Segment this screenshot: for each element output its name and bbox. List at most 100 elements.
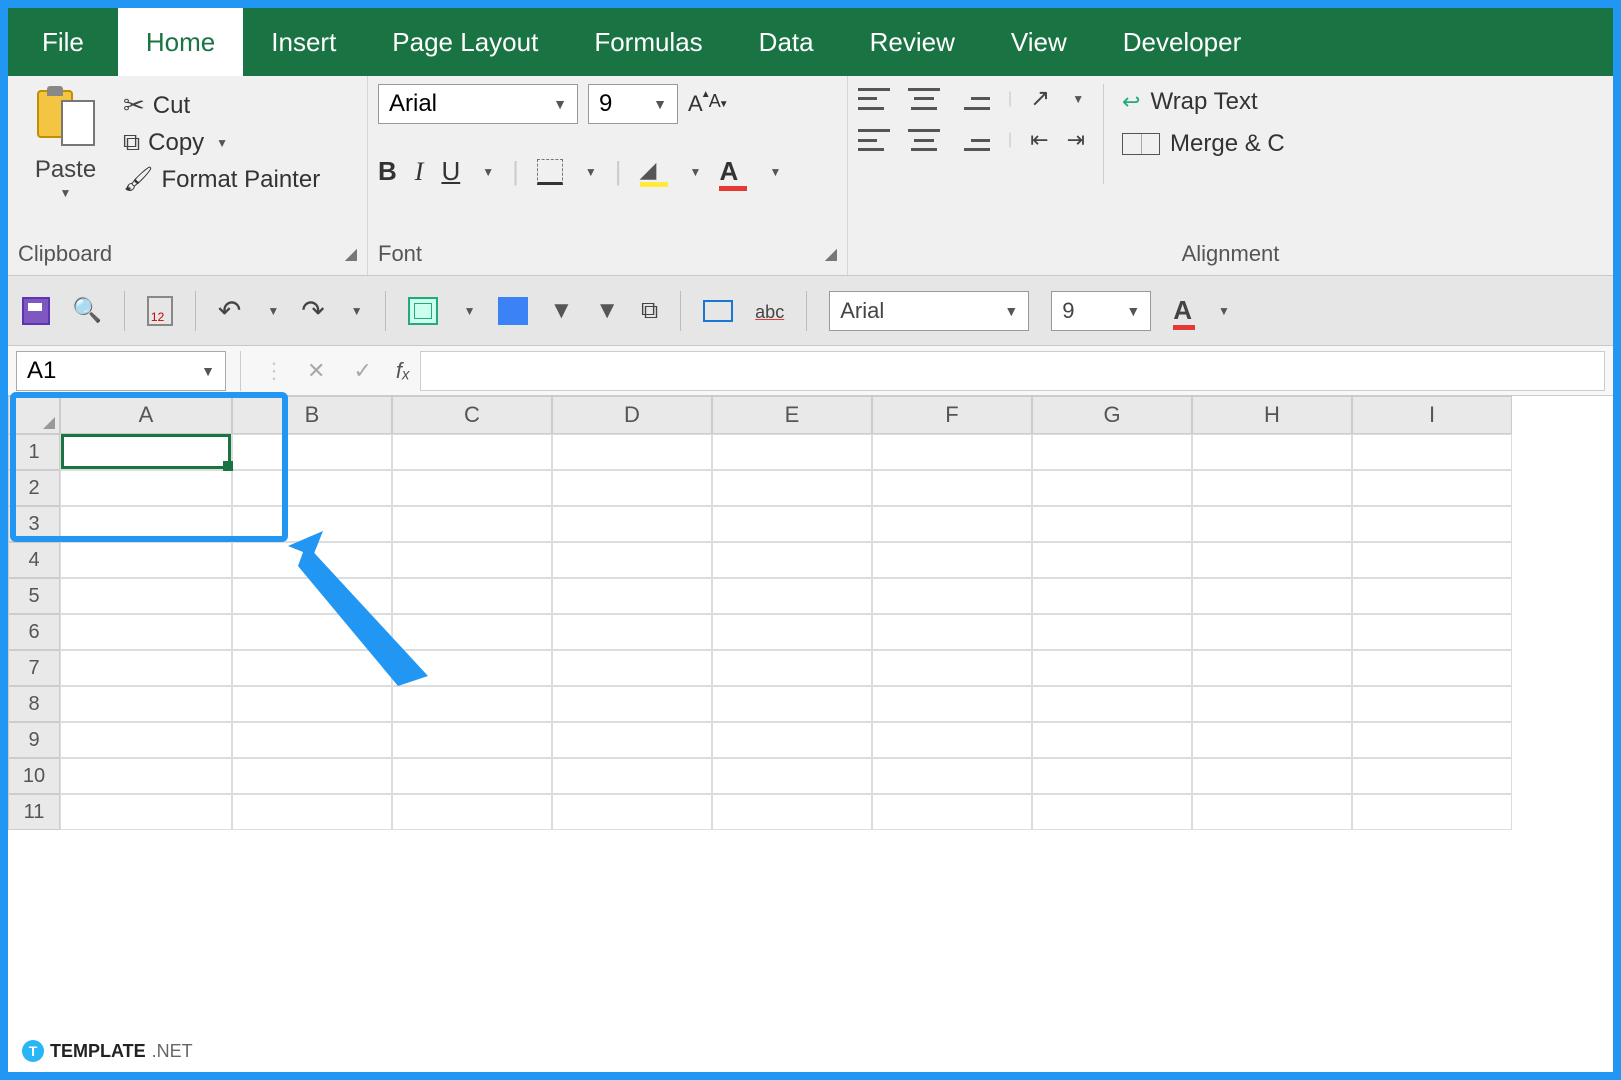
cell[interactable] bbox=[1192, 506, 1352, 542]
cell[interactable] bbox=[872, 794, 1032, 830]
confirm-edit-button[interactable]: ✓ bbox=[339, 358, 385, 384]
cell[interactable] bbox=[552, 614, 712, 650]
cell[interactable] bbox=[1192, 794, 1352, 830]
align-top-button[interactable] bbox=[858, 88, 890, 110]
tab-formulas[interactable]: Formulas bbox=[566, 8, 730, 76]
cell[interactable] bbox=[392, 470, 552, 506]
cell[interactable] bbox=[1032, 542, 1192, 578]
align-center-button[interactable] bbox=[908, 129, 940, 151]
cell[interactable] bbox=[1192, 578, 1352, 614]
tab-data[interactable]: Data bbox=[731, 8, 842, 76]
underline-button[interactable]: U bbox=[441, 156, 460, 187]
fill-color-button[interactable] bbox=[640, 159, 668, 185]
row-header[interactable]: 10 bbox=[8, 758, 60, 794]
copy-dropdown-icon[interactable]: ▼ bbox=[212, 136, 228, 150]
cell[interactable] bbox=[712, 614, 872, 650]
tab-review[interactable]: Review bbox=[842, 8, 983, 76]
cell[interactable] bbox=[872, 434, 1032, 470]
column-header-I[interactable]: I bbox=[1352, 396, 1512, 434]
qat-font-color-button[interactable]: A bbox=[1173, 295, 1192, 326]
cell[interactable] bbox=[1032, 434, 1192, 470]
cell[interactable] bbox=[552, 686, 712, 722]
cell[interactable] bbox=[872, 506, 1032, 542]
save-button[interactable] bbox=[22, 297, 50, 325]
cell[interactable] bbox=[712, 686, 872, 722]
grid-button[interactable] bbox=[498, 297, 528, 325]
cell[interactable] bbox=[392, 794, 552, 830]
column-header-D[interactable]: D bbox=[552, 396, 712, 434]
calendar-button[interactable] bbox=[147, 296, 173, 326]
cell[interactable] bbox=[1192, 434, 1352, 470]
cell[interactable] bbox=[1032, 758, 1192, 794]
cancel-edit-button[interactable]: ✕ bbox=[293, 358, 339, 384]
freeze-panes-button[interactable] bbox=[703, 300, 733, 322]
cell[interactable] bbox=[1192, 650, 1352, 686]
format-painter-button[interactable]: Format Painter bbox=[123, 165, 320, 194]
cell[interactable] bbox=[712, 650, 872, 686]
tab-developer[interactable]: Developer bbox=[1095, 8, 1270, 76]
cell[interactable] bbox=[552, 758, 712, 794]
clear-filter-button[interactable] bbox=[595, 297, 619, 325]
cell[interactable] bbox=[872, 758, 1032, 794]
cell[interactable] bbox=[712, 794, 872, 830]
cell[interactable] bbox=[1352, 470, 1512, 506]
align-left-button[interactable] bbox=[858, 129, 890, 151]
copy-button[interactable]: Copy ▼ bbox=[123, 129, 320, 157]
cell[interactable] bbox=[1352, 794, 1512, 830]
cell[interactable] bbox=[392, 758, 552, 794]
cell[interactable] bbox=[712, 506, 872, 542]
cell[interactable] bbox=[1192, 758, 1352, 794]
cell[interactable] bbox=[1192, 722, 1352, 758]
borders-button[interactable] bbox=[537, 159, 563, 185]
row-header[interactable]: 6 bbox=[8, 614, 60, 650]
cell[interactable] bbox=[232, 758, 392, 794]
name-box[interactable]: A1 ▼ bbox=[16, 351, 226, 391]
align-right-button[interactable] bbox=[958, 129, 990, 151]
cell[interactable] bbox=[712, 470, 872, 506]
underline-dropdown-icon[interactable]: ▼ bbox=[478, 165, 494, 179]
orientation-dropdown-icon[interactable]: ▼ bbox=[1068, 92, 1084, 106]
decrease-indent-button[interactable] bbox=[1030, 127, 1048, 153]
cell[interactable] bbox=[60, 794, 232, 830]
filter-button[interactable] bbox=[550, 297, 574, 325]
select-table-button[interactable] bbox=[408, 297, 438, 325]
cell[interactable] bbox=[60, 722, 232, 758]
redo-button[interactable] bbox=[301, 294, 324, 327]
clipboard-launcher-icon[interactable]: ◢ bbox=[345, 244, 357, 264]
cell[interactable] bbox=[1192, 542, 1352, 578]
cell[interactable] bbox=[872, 722, 1032, 758]
tab-insert[interactable]: Insert bbox=[243, 8, 364, 76]
cell[interactable] bbox=[552, 470, 712, 506]
cell[interactable] bbox=[1032, 722, 1192, 758]
bold-button[interactable]: B bbox=[378, 156, 397, 187]
print-preview-button[interactable] bbox=[72, 296, 102, 325]
cell[interactable] bbox=[60, 686, 232, 722]
cell[interactable] bbox=[1352, 650, 1512, 686]
cell[interactable] bbox=[1192, 686, 1352, 722]
align-middle-button[interactable] bbox=[908, 88, 940, 110]
cell[interactable] bbox=[232, 794, 392, 830]
orientation-button[interactable] bbox=[1030, 84, 1050, 113]
cell[interactable] bbox=[712, 578, 872, 614]
qat-font-select[interactable]: Arial ▼ bbox=[829, 291, 1029, 331]
cell[interactable] bbox=[552, 578, 712, 614]
cell[interactable] bbox=[232, 722, 392, 758]
font-launcher-icon[interactable]: ◢ bbox=[825, 244, 837, 264]
qat-font-color-dropdown-icon[interactable]: ▼ bbox=[1214, 304, 1230, 318]
cell[interactable] bbox=[1352, 686, 1512, 722]
cell[interactable] bbox=[552, 434, 712, 470]
cell[interactable] bbox=[1032, 686, 1192, 722]
qat-size-select[interactable]: 9 ▼ bbox=[1051, 291, 1151, 331]
formula-input[interactable] bbox=[420, 351, 1605, 391]
cell[interactable] bbox=[1032, 794, 1192, 830]
cell[interactable] bbox=[712, 542, 872, 578]
cell[interactable] bbox=[1192, 614, 1352, 650]
cell[interactable] bbox=[60, 650, 232, 686]
cell[interactable] bbox=[872, 650, 1032, 686]
cell[interactable] bbox=[1032, 470, 1192, 506]
cell[interactable] bbox=[60, 578, 232, 614]
select-table-dropdown-icon[interactable]: ▼ bbox=[460, 304, 476, 318]
cell[interactable] bbox=[1352, 758, 1512, 794]
row-header[interactable]: 8 bbox=[8, 686, 60, 722]
row-header[interactable]: 7 bbox=[8, 650, 60, 686]
